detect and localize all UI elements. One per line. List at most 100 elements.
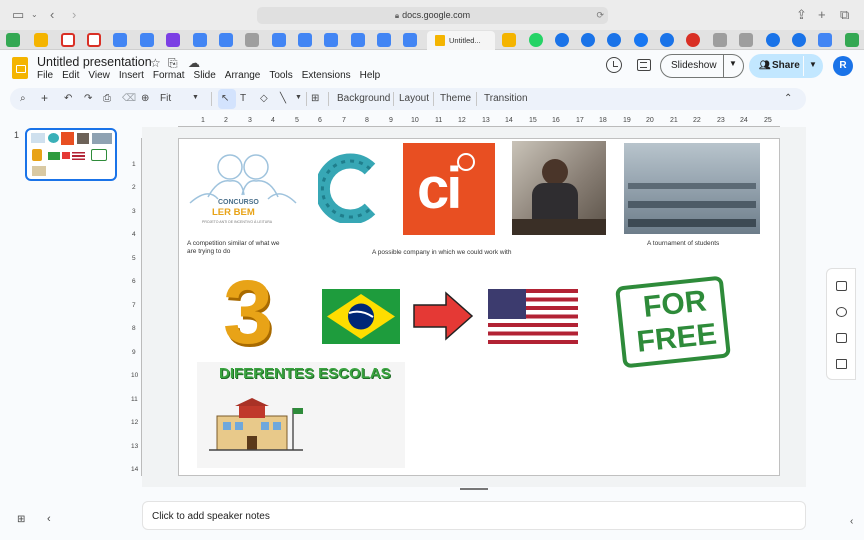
tab-overview-icon[interactable]: ⧉ bbox=[840, 7, 849, 23]
c-logo-image[interactable] bbox=[314, 153, 382, 225]
notes-resize-handle[interactable] bbox=[460, 488, 488, 490]
grid-view-icon[interactable]: ⊞ bbox=[17, 514, 25, 525]
line-icon[interactable]: ╲ bbox=[280, 93, 286, 104]
tab-docs-10[interactable] bbox=[403, 33, 417, 47]
chevron-down-icon[interactable]: ▼ bbox=[295, 94, 302, 101]
caret-down-icon[interactable]: ▼ bbox=[809, 60, 817, 69]
chevron-down-icon[interactable]: ▼ bbox=[192, 94, 199, 101]
address-bar[interactable]: 🔒︎ docs.google.com ⟳ bbox=[257, 7, 608, 24]
search-menus-icon[interactable]: ⌕ bbox=[20, 93, 26, 104]
tab-circle-6[interactable] bbox=[792, 33, 806, 47]
slide-canvas[interactable]: CONCURSO LER BEM PROJETO ANTI DE INCENTI… bbox=[178, 138, 780, 476]
theme-button[interactable]: Theme bbox=[440, 93, 471, 104]
transition-button[interactable]: Transition bbox=[484, 93, 528, 104]
menu-arrange[interactable]: Arrange bbox=[225, 70, 261, 81]
print-icon[interactable]: ⎙ bbox=[103, 93, 111, 104]
menu-tools[interactable]: Tools bbox=[269, 70, 292, 81]
tasks-icon[interactable] bbox=[836, 307, 847, 317]
cursor-icon[interactable]: ↖ bbox=[221, 93, 229, 104]
tab-circle-5[interactable] bbox=[766, 33, 780, 47]
ci-logo-image[interactable]: ci bbox=[403, 143, 495, 235]
tab-facebook[interactable] bbox=[634, 33, 648, 47]
brazil-flag-image[interactable] bbox=[322, 289, 400, 344]
redo-icon[interactable]: ↷ bbox=[84, 93, 92, 104]
tab-docs-7[interactable] bbox=[324, 33, 338, 47]
tab-active[interactable]: Untitled... bbox=[427, 31, 495, 50]
usa-flag-image[interactable] bbox=[488, 289, 578, 344]
tab-app[interactable] bbox=[166, 33, 180, 47]
concurso-logo-image[interactable]: CONCURSO LER BEM PROJETO ANTI DE INCENTI… bbox=[188, 147, 298, 225]
menu-slide[interactable]: Slide bbox=[194, 70, 216, 81]
background-button[interactable]: Background bbox=[337, 93, 390, 104]
tab-docs-9[interactable] bbox=[377, 33, 391, 47]
tab-docs-6[interactable] bbox=[298, 33, 312, 47]
menu-extensions[interactable]: Extensions bbox=[302, 70, 351, 81]
contacts-icon[interactable] bbox=[836, 333, 847, 343]
move-icon[interactable]: ⎘ bbox=[168, 56, 178, 71]
speaker-notes[interactable]: Click to add speaker notes bbox=[142, 501, 806, 530]
star-icon[interactable]: ☆ bbox=[150, 56, 161, 70]
tab-whatsapp[interactable] bbox=[529, 33, 543, 47]
classroom-photo[interactable] bbox=[624, 143, 760, 234]
caret-down-icon[interactable]: ▼ bbox=[729, 59, 737, 68]
tab-docs-2[interactable] bbox=[140, 33, 154, 47]
shape-icon[interactable]: ◇ bbox=[260, 93, 268, 104]
tab-circle-3[interactable] bbox=[607, 33, 621, 47]
reload-icon[interactable]: ⟳ bbox=[596, 7, 604, 24]
paint-format-icon[interactable]: ⌫ bbox=[122, 93, 136, 104]
caption-tournament[interactable]: A tournament of students bbox=[647, 240, 757, 248]
text-box-icon[interactable]: T bbox=[240, 93, 246, 104]
chevron-down-icon[interactable]: ⌄ bbox=[31, 7, 38, 23]
forward-icon[interactable]: › bbox=[72, 7, 76, 23]
share-page-icon[interactable]: ⇪ bbox=[796, 7, 807, 23]
collapse-toolbar-icon[interactable]: ⌃ bbox=[784, 93, 792, 104]
cloud-status-icon[interactable]: ☁︎ bbox=[188, 56, 200, 70]
keep-icon[interactable] bbox=[836, 281, 847, 291]
avatar[interactable]: R bbox=[833, 56, 853, 76]
tab-generic-3[interactable] bbox=[739, 33, 753, 47]
tab-generic[interactable] bbox=[245, 33, 259, 47]
menu-format[interactable]: Format bbox=[153, 70, 185, 81]
tab-generic-2[interactable] bbox=[713, 33, 727, 47]
menu-help[interactable]: Help bbox=[360, 70, 381, 81]
back-icon[interactable]: ‹ bbox=[50, 7, 54, 23]
tab-docs-3[interactable] bbox=[193, 33, 207, 47]
tab-gmail[interactable] bbox=[61, 33, 75, 47]
menu-view[interactable]: View bbox=[88, 70, 110, 81]
tab-sheets-2[interactable] bbox=[845, 33, 859, 47]
undo-icon[interactable]: ↶ bbox=[64, 93, 72, 104]
zoom-icon[interactable]: ⊕ bbox=[141, 93, 149, 104]
red-arrow-image[interactable] bbox=[412, 289, 474, 344]
businessman-photo[interactable] bbox=[512, 141, 606, 235]
comment-add-icon[interactable]: ⊞ bbox=[311, 93, 319, 104]
tab-docs-4[interactable] bbox=[219, 33, 233, 47]
caption-competition[interactable]: A competition similar of what we are try… bbox=[187, 240, 287, 256]
tab-red[interactable] bbox=[686, 33, 700, 47]
tab-gmail-2[interactable] bbox=[87, 33, 101, 47]
expand-side-panel-icon[interactable]: ‹ bbox=[850, 516, 853, 527]
new-slide-icon[interactable]: + bbox=[41, 91, 48, 105]
menu-insert[interactable]: Insert bbox=[119, 70, 144, 81]
tab-slides[interactable] bbox=[34, 33, 48, 47]
slideshow-button[interactable]: Slideshow ▼ bbox=[660, 54, 744, 78]
zoom-select[interactable]: Fit bbox=[160, 93, 171, 104]
for-free-stamp-image[interactable]: FOR FREE bbox=[615, 275, 731, 369]
schools-image[interactable]: DIFERENTES ESCOLAS bbox=[197, 362, 405, 468]
tab-circle-4[interactable] bbox=[660, 33, 674, 47]
new-tab-icon[interactable]: + bbox=[818, 7, 826, 23]
tab-docs-5[interactable] bbox=[272, 33, 286, 47]
tab-circle-2[interactable] bbox=[581, 33, 595, 47]
sidebar-toggle-icon[interactable]: ▭ bbox=[12, 7, 24, 23]
doc-title[interactable]: Untitled presentation bbox=[37, 55, 152, 69]
number-three-image[interactable]: 3 bbox=[205, 263, 295, 363]
tab-slides-2[interactable] bbox=[502, 33, 516, 47]
tab-gemini[interactable] bbox=[818, 33, 832, 47]
layout-button[interactable]: Layout bbox=[399, 93, 429, 104]
menu-edit[interactable]: Edit bbox=[62, 70, 79, 81]
slide-thumbnail[interactable] bbox=[25, 128, 117, 181]
menu-file[interactable]: File bbox=[37, 70, 53, 81]
comments-icon[interactable] bbox=[637, 59, 651, 71]
caption-company[interactable]: A possible company in which we could wor… bbox=[372, 249, 542, 257]
tab-docs[interactable] bbox=[113, 33, 127, 47]
folder-icon[interactable] bbox=[836, 359, 847, 369]
